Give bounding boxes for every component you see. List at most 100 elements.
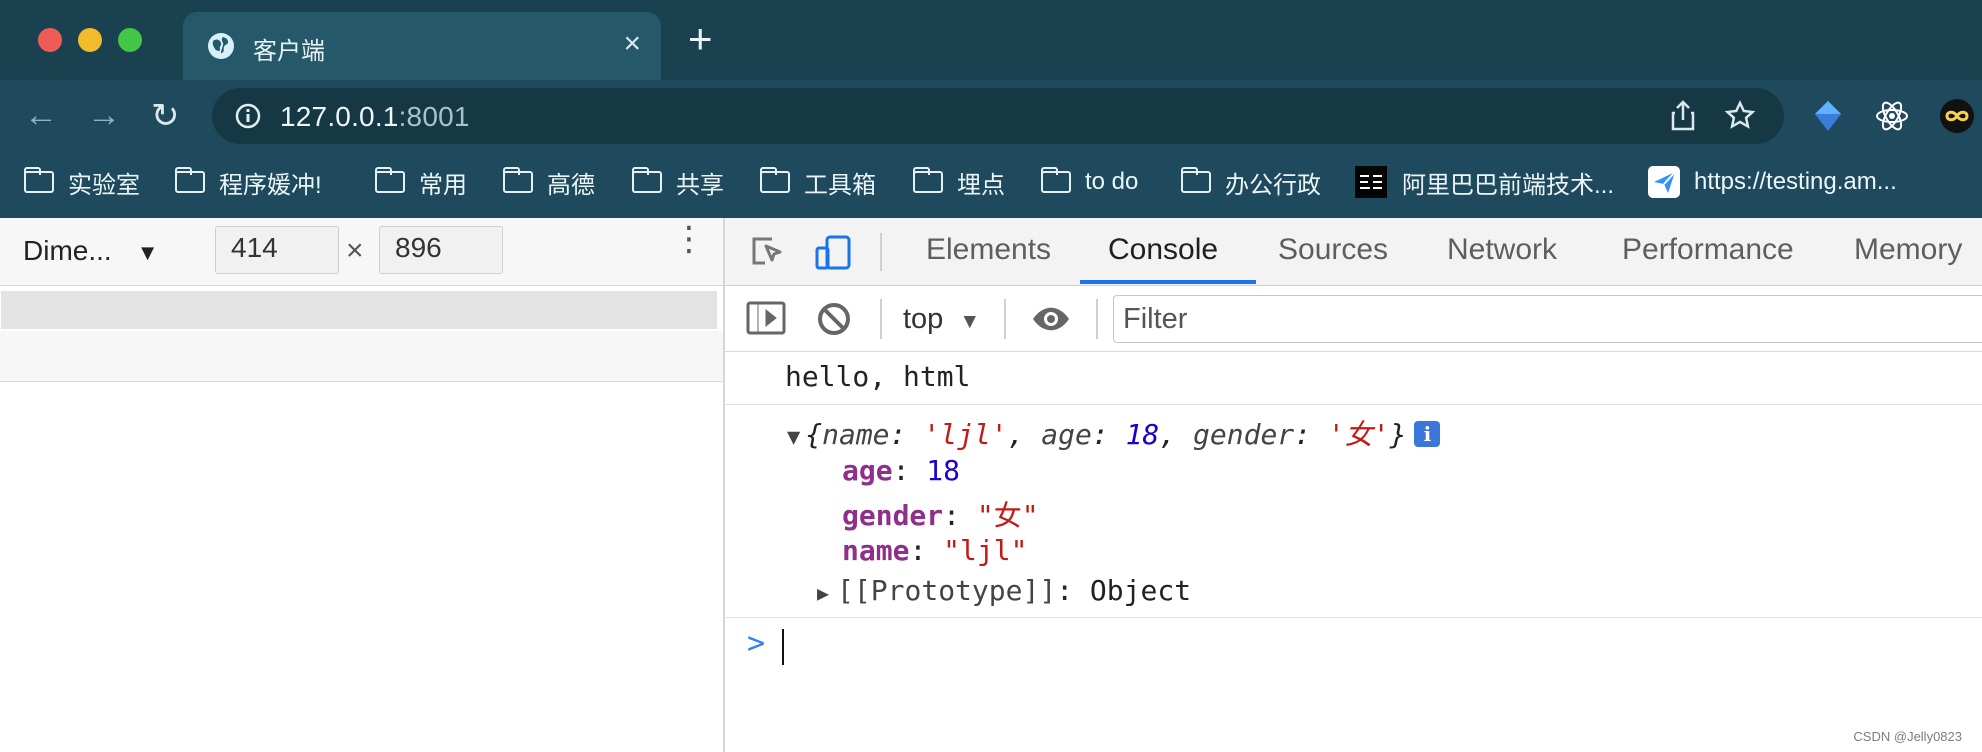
tab-network[interactable]: Network — [1447, 233, 1557, 267]
bookmark-label: 埋点 — [957, 171, 1005, 199]
bookmark-label: 工具箱 — [804, 171, 876, 199]
preview-comma: , — [1159, 418, 1194, 451]
bookmark-common[interactable]: 常用 — [375, 165, 467, 199]
console-input-caret[interactable] — [782, 629, 784, 665]
bookmark-label: https://testing.am... — [1694, 168, 1897, 195]
toolbar-divider — [880, 299, 882, 339]
folder-icon — [375, 167, 405, 193]
clear-console-icon[interactable] — [815, 300, 853, 338]
tab-sources[interactable]: Sources — [1278, 233, 1388, 267]
expand-triangle-icon[interactable]: ▶ — [817, 581, 829, 605]
address-bar[interactable]: 127.0.0.1:8001 — [212, 88, 1784, 144]
bookmark-gaode[interactable]: 高德 — [503, 165, 595, 199]
new-tab-button[interactable]: + — [688, 18, 713, 60]
device-width-input[interactable]: 414 — [215, 226, 339, 274]
preview-colon: : — [1091, 418, 1126, 451]
share-icon[interactable] — [1668, 99, 1698, 133]
sidebar-toggle-icon[interactable] — [745, 300, 787, 338]
preview-name-value: 'ljl' — [923, 418, 1008, 451]
object-prototype-row[interactable]: ▶ [[Prototype]]: Object — [817, 574, 1191, 607]
preview-gender-key: gender — [1193, 418, 1295, 451]
preview-age-value: 18 — [1125, 418, 1160, 451]
react-devtools-icon[interactable] — [1873, 97, 1911, 135]
bookmark-label: 共享 — [676, 171, 724, 199]
tab-console[interactable]: Console — [1108, 233, 1218, 267]
device-height-input[interactable]: 896 — [379, 226, 503, 274]
send-icon — [1648, 166, 1680, 198]
bookmark-label: to do — [1085, 168, 1139, 195]
collapse-triangle-icon[interactable]: ▼ — [787, 425, 800, 450]
console-object-preview[interactable]: ▼ {name: 'ljl', age: 18, gender: '女'} i — [787, 413, 1441, 453]
prototype-label: [[Prototype]] — [837, 574, 1057, 607]
device-toggle-icon[interactable] — [813, 232, 855, 272]
bookmark-testing[interactable]: https://testing.am... — [1648, 165, 1897, 199]
bookmark-label: 高德 — [547, 171, 595, 199]
folder-icon — [760, 167, 790, 193]
bookmark-alibaba[interactable]: 阿里巴巴前端技术... — [1355, 165, 1614, 199]
property-key: gender — [842, 499, 944, 532]
tab-memory[interactable]: Memory — [1854, 233, 1962, 267]
object-property-gender: gender: "女" — [842, 494, 1039, 534]
csdn-watermark: CSDN @Jelly0823 — [1853, 729, 1962, 744]
context-label: top — [903, 303, 944, 335]
bookmark-tracking[interactable]: 埋点 — [913, 165, 1005, 199]
bookmark-share[interactable]: 共享 — [632, 165, 724, 199]
site-info-icon[interactable] — [234, 102, 262, 130]
object-property-name: name: "ljl" — [842, 534, 1027, 567]
active-tab-indicator — [1080, 280, 1256, 284]
reload-button[interactable]: ↻ — [151, 96, 180, 136]
bookmark-label: 办公行政 — [1225, 171, 1321, 199]
prototype-value: Object — [1089, 574, 1192, 607]
property-key: name — [842, 534, 910, 567]
device-preset-dropdown[interactable]: Dime... ▼ — [23, 235, 158, 267]
console-prompt-icon: > — [747, 626, 766, 661]
device-emulation-panel: Dime... ▼ 414 × 896 ⋮ — [0, 218, 725, 752]
extension-infinity-icon[interactable] — [1939, 98, 1975, 134]
preview-name-key: name — [822, 418, 890, 451]
devtools-panel: Elements Console Sources Network Perform… — [725, 218, 1982, 752]
close-tab-icon[interactable]: × — [623, 27, 641, 61]
back-button[interactable]: ← — [24, 96, 58, 135]
object-open-brace: { — [805, 418, 823, 451]
tab-strip: 客户端 × + — [0, 0, 1982, 80]
bookmark-programmer[interactable]: 程序媛冲! — [175, 165, 322, 199]
url-port: :8001 — [398, 101, 470, 132]
bookmark-office[interactable]: 办公行政 — [1181, 165, 1321, 199]
url-text: 127.0.0.1:8001 — [280, 101, 470, 133]
property-colon: : — [1056, 574, 1090, 607]
minimize-window-button[interactable] — [78, 28, 102, 52]
tab-elements[interactable]: Elements — [926, 233, 1051, 267]
console-filter-input[interactable]: Filter — [1113, 295, 1982, 343]
browser-tab[interactable]: 客户端 × — [183, 12, 661, 80]
object-close-brace: } — [1389, 418, 1407, 451]
close-window-button[interactable] — [38, 28, 62, 52]
context-selector[interactable]: top ▼ — [903, 303, 980, 336]
tab-title: 客户端 — [253, 38, 325, 65]
zoom-window-button[interactable] — [118, 28, 142, 52]
bookmark-star-icon[interactable] — [1724, 100, 1756, 132]
bookmark-label: 常用 — [419, 171, 467, 199]
console-message-separator — [725, 404, 1982, 405]
globe-icon — [208, 33, 234, 59]
extension-diamond-icon[interactable] — [1810, 98, 1846, 134]
bookmarks-bar: 实验室 程序媛冲! 常用 高德 共享 工具箱 埋点 to do 办公行政 阿里巴… — [0, 154, 1982, 210]
property-value: "ljl" — [943, 534, 1028, 567]
property-colon: : — [909, 534, 944, 567]
dropdown-arrow-icon: ▼ — [136, 240, 159, 265]
eye-icon[interactable] — [1030, 304, 1072, 334]
console-message-separator — [725, 617, 1982, 618]
bookmark-label: 实验室 — [68, 171, 140, 199]
folder-icon — [1181, 167, 1211, 193]
bookmark-lab[interactable]: 实验室 — [24, 165, 140, 199]
bookmark-todo[interactable]: to do — [1041, 165, 1138, 199]
forward-button[interactable]: → — [87, 96, 121, 135]
folder-icon — [24, 167, 54, 193]
folder-icon — [1041, 167, 1071, 193]
inspect-element-icon[interactable] — [747, 232, 787, 272]
device-preset-label: Dime... — [23, 235, 112, 266]
bookmark-toolbox[interactable]: 工具箱 — [760, 165, 876, 199]
more-options-icon[interactable]: ⋮ — [672, 222, 706, 256]
devtools-tabbar: Elements Console Sources Network Perform… — [725, 218, 1982, 286]
info-icon[interactable]: i — [1414, 421, 1441, 447]
tab-performance[interactable]: Performance — [1622, 233, 1794, 267]
